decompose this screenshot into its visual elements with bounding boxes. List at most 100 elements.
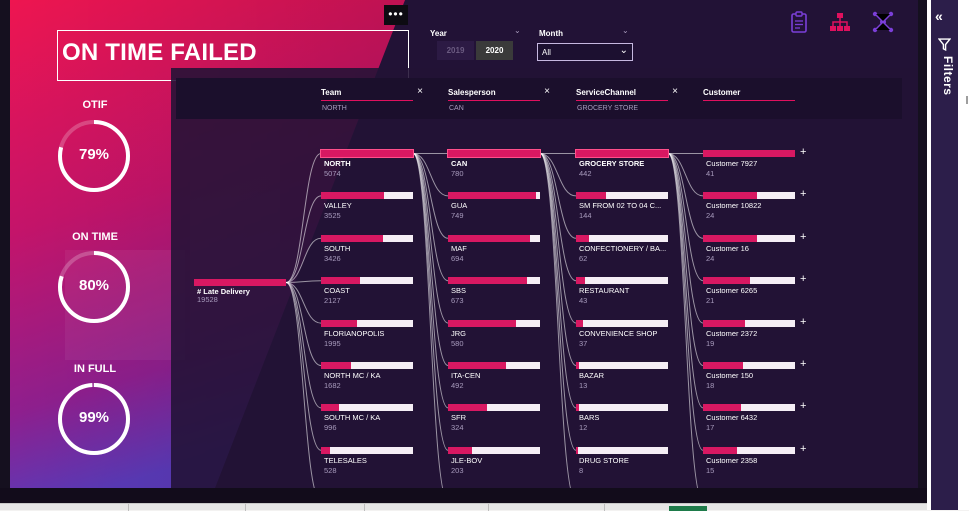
tree-level-header[interactable]: Customer: [703, 88, 795, 101]
funnel-icon: [938, 38, 951, 51]
tree-node-bar[interactable]: [576, 192, 668, 200]
tree-node-bar[interactable]: [321, 234, 413, 242]
expand-node-button[interactable]: +: [800, 147, 806, 158]
tree-node-bar[interactable]: [448, 404, 540, 412]
expand-node-button[interactable]: +: [800, 189, 806, 200]
tree-node-bar[interactable]: [703, 277, 795, 285]
tree-node-bar-fill: [448, 192, 537, 200]
tree-node-label: SBS: [451, 286, 467, 296]
tree-node-bar[interactable]: [448, 446, 540, 454]
tree-node-label: SOUTH: [324, 243, 351, 253]
tree-node-bar[interactable]: [576, 319, 668, 327]
tree-node-bar[interactable]: [703, 446, 795, 454]
tree-node-bar[interactable]: [321, 362, 413, 369]
tree-node-bar[interactable]: [575, 149, 669, 158]
tree-connector: [285, 237, 322, 283]
tree-connector: [667, 153, 699, 488]
tree-node-value: 62: [579, 253, 588, 263]
tree-node-bar[interactable]: [576, 277, 668, 285]
tree-node-bar[interactable]: [447, 149, 541, 158]
tree-node-bar[interactable]: [448, 319, 540, 327]
tree-node-bar[interactable]: [448, 277, 540, 285]
tree-node-bar[interactable]: [576, 446, 668, 454]
tree-node-value: 37: [579, 338, 588, 348]
filters-pane-collapsed[interactable]: « Filters: [927, 0, 969, 510]
tree-node-label: SFR: [451, 413, 466, 423]
expand-node-button[interactable]: +: [800, 359, 806, 370]
expand-node-button[interactable]: +: [800, 231, 806, 243]
tree-node-bar[interactable]: [448, 362, 540, 369]
tree-node-label: GROCERY STORE: [579, 159, 645, 168]
tree-node-value: 144: [579, 211, 592, 221]
tree-connector: [285, 153, 322, 283]
expand-node-button[interactable]: +: [800, 274, 806, 285]
scrollbar-thumb[interactable]: [966, 96, 968, 104]
tree-connector: [285, 282, 322, 366]
page-tabs-bar: [0, 503, 927, 511]
tree-node-bar[interactable]: [448, 192, 540, 200]
tree-node-bar[interactable]: [321, 277, 413, 285]
remove-level-icon[interactable]: ×: [417, 86, 423, 97]
tree-node-label: VALLEY: [324, 201, 352, 211]
tree-level-filter-value: NORTH: [322, 105, 347, 112]
filters-pane-strip[interactable]: « Filters: [931, 0, 958, 510]
tree-node-bar[interactable]: [703, 192, 795, 200]
power-bi-report-view: ••• ON TIME FAILED OTIF 79% ON TIME 80% …: [0, 0, 969, 511]
report-canvas: ••• ON TIME FAILED OTIF 79% ON TIME 80% …: [0, 0, 927, 503]
tree-node-bar-fill: [321, 234, 383, 242]
tree-root-value: 19528: [197, 295, 218, 304]
tree-level-header[interactable]: Team ×: [321, 86, 423, 101]
tree-node-bar[interactable]: [576, 362, 668, 369]
tree-node-bar[interactable]: [321, 319, 413, 327]
tree-node-label: Customer 6265: [706, 286, 758, 296]
tree-node-label: TELESALES: [324, 455, 367, 465]
report-page: ••• ON TIME FAILED OTIF 79% ON TIME 80% …: [10, 0, 918, 488]
tree-node-bar-fill: [321, 319, 357, 327]
tree-connector: [539, 153, 571, 488]
tree-node-bar-fill: [448, 319, 517, 327]
tree-node-bar[interactable]: [703, 404, 795, 412]
tree-node-label: MAF: [451, 243, 467, 253]
tree-node-value: 3426: [324, 253, 341, 263]
tree-level-filter-value: CAN: [449, 105, 464, 112]
tree-node-bar[interactable]: [703, 362, 795, 369]
tree-node-bar[interactable]: [576, 404, 668, 412]
tree-node-label: COAST: [324, 286, 350, 296]
expand-node-button[interactable]: +: [800, 316, 806, 328]
tree-node-bar[interactable]: [321, 404, 413, 412]
tree-node-value: 12: [579, 423, 588, 433]
tree-connector: [412, 153, 449, 409]
tree-node-bar[interactable]: [576, 234, 668, 242]
expand-node-button[interactable]: +: [800, 401, 806, 412]
tree-node-bar[interactable]: [321, 446, 413, 454]
active-page-tab[interactable]: [669, 506, 707, 511]
tree-node-bar-fill: [576, 446, 578, 454]
tree-node-bar-fill: [703, 234, 758, 242]
remove-level-icon[interactable]: ×: [672, 86, 678, 97]
tree-node-bar[interactable]: [320, 149, 414, 158]
tree-node-bar[interactable]: [703, 234, 795, 242]
tree-node-bar-fill: [576, 234, 589, 242]
tree-level-header[interactable]: Salesperson ×: [448, 86, 550, 101]
tree-node-bar[interactable]: [321, 192, 413, 200]
tree-node-value: 15: [706, 465, 715, 475]
tree-node-value: 492: [451, 381, 464, 390]
tree-node-label: Customer 6432: [706, 413, 758, 423]
tree-node-value: 41: [706, 169, 715, 178]
tree-node-bar-fill: [703, 446, 738, 454]
tree-node-bar[interactable]: [703, 150, 795, 157]
tree-node-bar-fill: [703, 277, 750, 285]
remove-level-icon[interactable]: ×: [544, 86, 550, 97]
canvas-footer: [0, 488, 927, 503]
expand-node-button[interactable]: +: [800, 443, 806, 455]
tree-node-label: Customer 2358: [706, 455, 758, 465]
tree-connector: [667, 153, 704, 409]
expand-filters-icon[interactable]: «: [935, 8, 943, 24]
tree-node-bar[interactable]: [703, 319, 795, 327]
tree-node-value: 203: [451, 465, 464, 475]
tree-node-value: 324: [451, 423, 464, 433]
tree-node-bar[interactable]: [448, 234, 540, 242]
tree-node-bar[interactable]: [194, 279, 286, 286]
tree-level-header[interactable]: ServiceChannel ×: [576, 86, 678, 101]
tree-node-label: SOUTH MC / KA: [324, 413, 381, 423]
